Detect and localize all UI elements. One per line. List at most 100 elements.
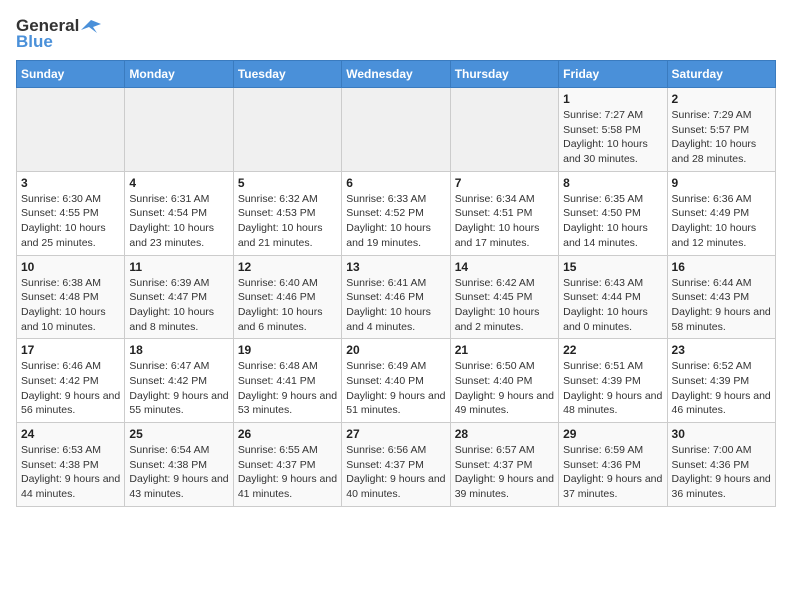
day-number: 1: [563, 92, 662, 106]
day-number: 22: [563, 343, 662, 357]
calendar-cell: [233, 88, 341, 172]
calendar-cell: 26 Sunrise: 6:55 AM Sunset: 4:37 PM Dayli…: [233, 423, 341, 507]
day-info: Sunrise: 7:27 AM Sunset: 5:58 PM Dayligh…: [563, 108, 662, 167]
day-info: Sunrise: 6:53 AM Sunset: 4:38 PM Dayligh…: [21, 443, 120, 502]
day-number: 27: [346, 427, 445, 441]
day-number: 24: [21, 427, 120, 441]
day-info: Sunrise: 6:41 AM Sunset: 4:46 PM Dayligh…: [346, 276, 445, 335]
header: General Blue: [16, 16, 776, 52]
calendar-week-row: 10 Sunrise: 6:38 AM Sunset: 4:48 PM Dayli…: [17, 255, 776, 339]
calendar-cell: 2Sunrise: 7:29 AM Sunset: 5:57 PM Daylig…: [667, 88, 775, 172]
day-info: Sunrise: 6:47 AM Sunset: 4:42 PM Dayligh…: [129, 359, 228, 418]
day-info: Sunrise: 6:57 AM Sunset: 4:37 PM Dayligh…: [455, 443, 554, 502]
day-number: 7: [455, 176, 554, 190]
day-number: 12: [238, 260, 337, 274]
day-number: 6: [346, 176, 445, 190]
day-info: Sunrise: 6:38 AM Sunset: 4:48 PM Dayligh…: [21, 276, 120, 335]
day-info: Sunrise: 7:00 AM Sunset: 4:36 PM Dayligh…: [672, 443, 771, 502]
calendar-cell: 16Sunrise: 6:44 AM Sunset: 4:43 PM Dayli…: [667, 255, 775, 339]
calendar-cell: 6 Sunrise: 6:33 AM Sunset: 4:52 PM Daylig…: [342, 171, 450, 255]
calendar-cell: 7 Sunrise: 6:34 AM Sunset: 4:51 PM Daylig…: [450, 171, 558, 255]
day-number: 23: [672, 343, 771, 357]
calendar-cell: 20 Sunrise: 6:49 AM Sunset: 4:40 PM Dayli…: [342, 339, 450, 423]
day-number: 25: [129, 427, 228, 441]
day-info: Sunrise: 6:55 AM Sunset: 4:37 PM Dayligh…: [238, 443, 337, 502]
calendar-week-row: 17 Sunrise: 6:46 AM Sunset: 4:42 PM Dayli…: [17, 339, 776, 423]
day-info: Sunrise: 6:34 AM Sunset: 4:51 PM Dayligh…: [455, 192, 554, 251]
calendar-cell: 29 Sunrise: 6:59 AM Sunset: 4:36 PM Dayli…: [559, 423, 667, 507]
day-info: Sunrise: 6:43 AM Sunset: 4:44 PM Dayligh…: [563, 276, 662, 335]
day-number: 29: [563, 427, 662, 441]
calendar-cell: 25 Sunrise: 6:54 AM Sunset: 4:38 PM Dayli…: [125, 423, 233, 507]
day-header-thursday: Thursday: [450, 61, 558, 88]
calendar-cell: [450, 88, 558, 172]
calendar-cell: 30 Sunrise: 7:00 AM Sunset: 4:36 PM Dayli…: [667, 423, 775, 507]
calendar-cell: [17, 88, 125, 172]
calendar-cell: 9Sunrise: 6:36 AM Sunset: 4:49 PM Daylig…: [667, 171, 775, 255]
calendar-cell: 14 Sunrise: 6:42 AM Sunset: 4:45 PM Dayli…: [450, 255, 558, 339]
day-number: 30: [672, 427, 771, 441]
day-header-wednesday: Wednesday: [342, 61, 450, 88]
calendar-cell: 22 Sunrise: 6:51 AM Sunset: 4:39 PM Dayli…: [559, 339, 667, 423]
day-info: Sunrise: 6:42 AM Sunset: 4:45 PM Dayligh…: [455, 276, 554, 335]
day-info: Sunrise: 6:59 AM Sunset: 4:36 PM Dayligh…: [563, 443, 662, 502]
calendar-cell: 15 Sunrise: 6:43 AM Sunset: 4:44 PM Dayli…: [559, 255, 667, 339]
day-number: 13: [346, 260, 445, 274]
calendar-cell: 23 Sunrise: 6:52 AM Sunset: 4:39 PM Dayli…: [667, 339, 775, 423]
calendar-cell: 3Sunrise: 6:30 AM Sunset: 4:55 PM Daylig…: [17, 171, 125, 255]
calendar-cell: 4 Sunrise: 6:31 AM Sunset: 4:54 PM Daylig…: [125, 171, 233, 255]
day-info: Sunrise: 6:40 AM Sunset: 4:46 PM Dayligh…: [238, 276, 337, 335]
calendar-cell: 21 Sunrise: 6:50 AM Sunset: 4:40 PM Dayli…: [450, 339, 558, 423]
day-number: 10: [21, 260, 120, 274]
day-number: 9: [672, 176, 771, 190]
day-info: Sunrise: 6:46 AM Sunset: 4:42 PM Dayligh…: [21, 359, 120, 418]
day-info: Sunrise: 6:32 AM Sunset: 4:53 PM Dayligh…: [238, 192, 337, 251]
calendar-cell: 19Sunrise: 6:48 AM Sunset: 4:41 PM Dayli…: [233, 339, 341, 423]
day-number: 17: [21, 343, 120, 357]
calendar-cell: 17 Sunrise: 6:46 AM Sunset: 4:42 PM Dayli…: [17, 339, 125, 423]
day-number: 28: [455, 427, 554, 441]
logo-bird-icon: [81, 18, 101, 34]
calendar-cell: 12 Sunrise: 6:40 AM Sunset: 4:46 PM Dayli…: [233, 255, 341, 339]
day-info: Sunrise: 6:50 AM Sunset: 4:40 PM Dayligh…: [455, 359, 554, 418]
day-info: Sunrise: 6:51 AM Sunset: 4:39 PM Dayligh…: [563, 359, 662, 418]
day-info: Sunrise: 6:52 AM Sunset: 4:39 PM Dayligh…: [672, 359, 771, 418]
calendar-cell: 24 Sunrise: 6:53 AM Sunset: 4:38 PM Dayli…: [17, 423, 125, 507]
day-number: 18: [129, 343, 228, 357]
day-number: 5: [238, 176, 337, 190]
day-info: Sunrise: 7:29 AM Sunset: 5:57 PM Dayligh…: [672, 108, 771, 167]
calendar: SundayMondayTuesdayWednesdayThursdayFrid…: [16, 60, 776, 507]
day-number: 16: [672, 260, 771, 274]
day-header-monday: Monday: [125, 61, 233, 88]
calendar-cell: 10 Sunrise: 6:38 AM Sunset: 4:48 PM Dayli…: [17, 255, 125, 339]
logo: General Blue: [16, 16, 101, 52]
calendar-cell: [125, 88, 233, 172]
day-number: 26: [238, 427, 337, 441]
day-header-saturday: Saturday: [667, 61, 775, 88]
day-number: 14: [455, 260, 554, 274]
calendar-cell: [342, 88, 450, 172]
logo-blue-text: Blue: [16, 32, 53, 52]
day-number: 4: [129, 176, 228, 190]
day-number: 21: [455, 343, 554, 357]
day-number: 20: [346, 343, 445, 357]
calendar-header-row: SundayMondayTuesdayWednesdayThursdayFrid…: [17, 61, 776, 88]
day-info: Sunrise: 6:33 AM Sunset: 4:52 PM Dayligh…: [346, 192, 445, 251]
day-info: Sunrise: 6:31 AM Sunset: 4:54 PM Dayligh…: [129, 192, 228, 251]
day-number: 8: [563, 176, 662, 190]
day-number: 15: [563, 260, 662, 274]
calendar-cell: 5 Sunrise: 6:32 AM Sunset: 4:53 PM Daylig…: [233, 171, 341, 255]
calendar-week-row: 24 Sunrise: 6:53 AM Sunset: 4:38 PM Dayli…: [17, 423, 776, 507]
calendar-cell: 18 Sunrise: 6:47 AM Sunset: 4:42 PM Dayli…: [125, 339, 233, 423]
day-number: 11: [129, 260, 228, 274]
day-info: Sunrise: 6:35 AM Sunset: 4:50 PM Dayligh…: [563, 192, 662, 251]
day-header-sunday: Sunday: [17, 61, 125, 88]
day-info: Sunrise: 6:56 AM Sunset: 4:37 PM Dayligh…: [346, 443, 445, 502]
day-number: 19: [238, 343, 337, 357]
day-info: Sunrise: 6:49 AM Sunset: 4:40 PM Dayligh…: [346, 359, 445, 418]
calendar-cell: 1 Sunrise: 7:27 AM Sunset: 5:58 PM Daylig…: [559, 88, 667, 172]
calendar-cell: 8 Sunrise: 6:35 AM Sunset: 4:50 PM Daylig…: [559, 171, 667, 255]
calendar-cell: 13 Sunrise: 6:41 AM Sunset: 4:46 PM Dayli…: [342, 255, 450, 339]
day-header-tuesday: Tuesday: [233, 61, 341, 88]
day-info: Sunrise: 6:54 AM Sunset: 4:38 PM Dayligh…: [129, 443, 228, 502]
